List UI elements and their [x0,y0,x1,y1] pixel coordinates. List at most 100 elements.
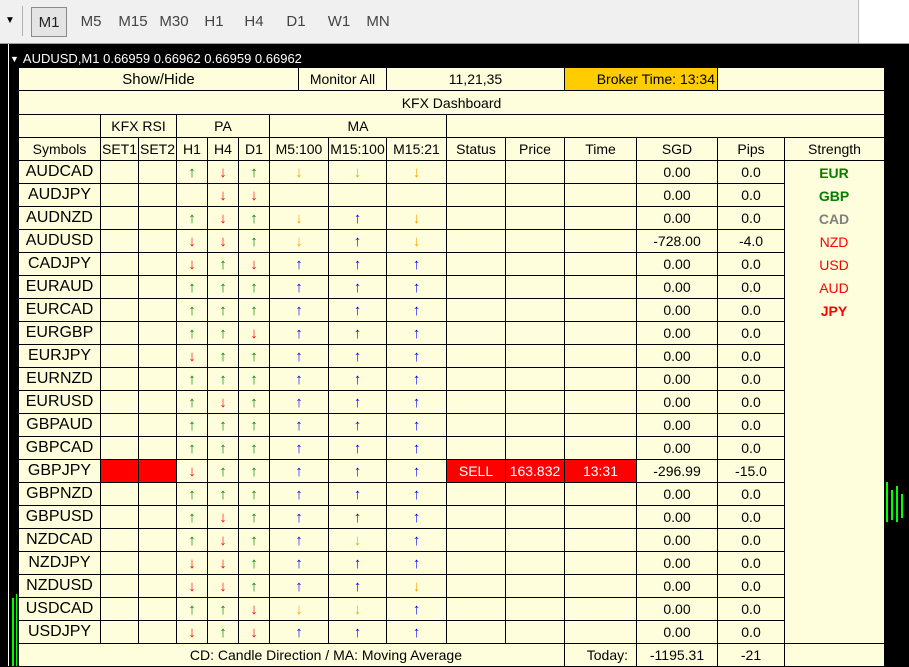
symbol-cell-audnzd[interactable]: AUDNZD [18,206,101,230]
symbol-cell-gbpusd[interactable]: GBPUSD [18,505,101,529]
row-nzdusd-d1: ↑ [238,574,270,598]
timeframe-h4-button[interactable]: H4 [238,7,270,37]
row-gbpnzd-sgd: 0.00 [636,482,718,506]
symbol-cell-euraud[interactable]: EURAUD [18,275,101,299]
row-gbpaud-sgd: 0.00 [636,413,718,437]
row-gbpusd-pips: 0.0 [717,505,785,529]
arrow-down-icon: ↓ [188,232,196,250]
symbol-cell-audusd[interactable]: AUDUSD [18,229,101,253]
symbol-cell-gbpjpy[interactable]: GBPJPY [18,459,101,483]
row-usdcad-m15b: ↑ [386,597,447,621]
row-gbpaud-status [446,413,506,437]
row-eurgbp-d1: ↓ [238,321,270,345]
arrow-up-icon: ↑ [295,577,303,595]
row-audusd-time [564,229,637,253]
symbol-cell-gbpcad[interactable]: GBPCAD [18,436,101,460]
monitor-all-button[interactable]: Monitor All [298,67,387,91]
row-eurgbp-h4: ↑ [207,321,239,345]
toolbar-dropdown-icon[interactable]: ▼ [2,6,18,36]
row-gbpusd-h4: ↓ [207,505,239,529]
timeframe-m1-button[interactable]: M1 [31,7,67,37]
symbol-cell-eurjpy[interactable]: EURJPY [18,344,101,368]
row-eurcad-price [505,298,565,322]
row-usdcad-set2 [138,597,177,621]
row-audjpy-sgd: 0.00 [636,183,718,207]
symbol-cell-cadjpy[interactable]: CADJPY [18,252,101,276]
row-audjpy-time [564,183,637,207]
arrow-up-icon: ↑ [353,439,362,457]
ma-periods-input[interactable]: 11,21,35 [386,67,565,91]
row-usdjpy-time [564,620,637,644]
symbol-cell-audcad[interactable]: AUDCAD [18,160,101,184]
symbol-cell-eurnzd[interactable]: EURNZD [18,367,101,391]
symbol-cell-usdcad[interactable]: USDCAD [18,597,101,621]
row-euraud-h1: ↑ [176,275,208,299]
column-header-strength: Strength [784,137,885,161]
row-gbpjpy-h1: ↓ [176,459,208,483]
arrow-up-icon: ↑ [412,347,421,365]
show-hide-button[interactable]: Show/Hide [18,67,299,91]
arrow-up-icon: ↑ [353,577,362,595]
row-eurjpy-set1 [100,344,139,368]
arrow-up-icon: ↑ [353,485,362,503]
symbol-cell-gbpnzd[interactable]: GBPNZD [18,482,101,506]
row-audnzd-pips: 0.0 [717,206,785,230]
row-usdcad-d1: ↓ [238,597,270,621]
strength-jpy: JPY [820,303,848,319]
row-gbpcad-pips: 0.0 [717,436,785,460]
timeframe-mn-button[interactable]: MN [362,7,394,37]
row-gbpusd-m15b: ↑ [386,505,447,529]
arrow-up-icon: ↑ [219,255,227,273]
row-audjpy-set2 [138,183,177,207]
row-gbpnzd-m15: ↑ [328,482,387,506]
row-nzdusd-m15b: ↓ [386,574,447,598]
row-audcad-h4: ↓ [207,160,239,184]
symbol-cell-usdjpy[interactable]: USDJPY [18,620,101,644]
row-usdcad-sgd: 0.00 [636,597,718,621]
symbol-cell-eurusd[interactable]: EURUSD [18,390,101,414]
arrow-up-icon: ↑ [219,347,227,365]
row-audusd-m5: ↓ [269,229,329,253]
row-eurcad-pips: 0.0 [717,298,785,322]
symbol-cell-nzdjpy[interactable]: NZDJPY [18,551,101,575]
group-blank-cell [18,114,101,138]
symbol-cell-eurgbp[interactable]: EURGBP [18,321,101,345]
row-eurjpy-h1: ↓ [176,344,208,368]
row-eurusd-m15b: ↑ [386,390,447,414]
chart-menu-icon[interactable]: ▼ [10,51,19,67]
row-euraud-status [446,275,506,299]
row-gbpjpy-price: 163.832 [505,459,565,483]
arrow-down-icon: ↓ [295,209,303,227]
symbol-cell-gbpaud[interactable]: GBPAUD [18,413,101,437]
timeframe-d1-button[interactable]: D1 [281,7,311,37]
timeframe-w1-button[interactable]: W1 [323,7,355,37]
row-audusd-set2 [138,229,177,253]
arrow-up-icon: ↑ [188,485,196,503]
toolbar-blank-area [858,0,909,43]
row-audjpy-m15b [386,183,447,207]
timeframe-h1-button[interactable]: H1 [199,7,229,37]
timeframe-m15-button[interactable]: M15 [114,7,152,37]
symbol-cell-nzdcad[interactable]: NZDCAD [18,528,101,552]
row-eurnzd-set2 [138,367,177,391]
row-usdcad-set1 [100,597,139,621]
arrow-down-icon: ↓ [188,462,196,480]
symbol-cell-eurcad[interactable]: EURCAD [18,298,101,322]
row-eurjpy-set2 [138,344,177,368]
row-gbpcad-d1: ↑ [238,436,270,460]
chart-candle-left-2 [16,594,17,666]
timeframe-m30-button[interactable]: M30 [155,7,193,37]
row-eurusd-pips: 0.0 [717,390,785,414]
row-eurgbp-status [446,321,506,345]
row-gbpaud-m15: ↑ [328,413,387,437]
timeframe-m5-button[interactable]: M5 [74,7,108,37]
symbol-cell-audjpy[interactable]: AUDJPY [18,183,101,207]
group-header-ma: MA [269,114,447,138]
symbol-cell-nzdusd[interactable]: NZDUSD [18,574,101,598]
arrow-up-icon: ↑ [188,209,196,227]
row-audcad-sgd: 0.00 [636,160,718,184]
arrow-up-icon: ↑ [250,301,258,319]
arrow-up-icon: ↑ [295,255,303,273]
arrow-up-icon: ↑ [412,508,421,526]
arrow-up-icon: ↑ [295,301,303,319]
